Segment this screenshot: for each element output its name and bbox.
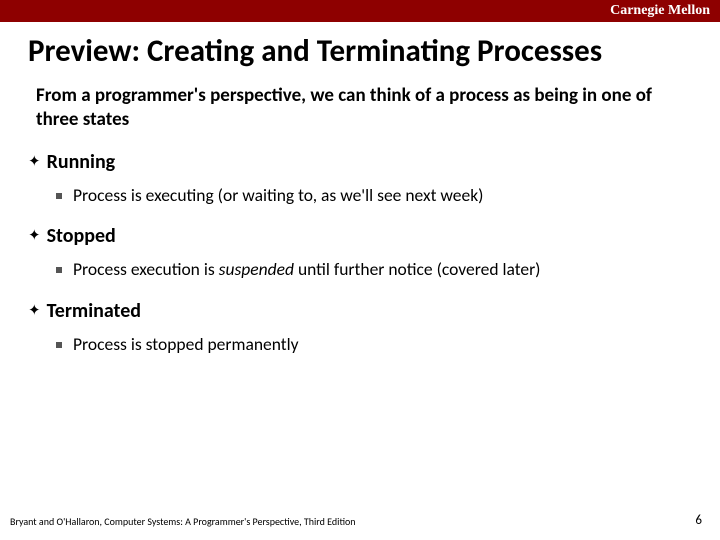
- state-stopped-desc: Process execution is suspended until fur…: [56, 258, 690, 281]
- bullet-icon: ✦: [28, 152, 41, 170]
- state-label: Running: [47, 150, 116, 174]
- desc-em: suspended: [219, 258, 294, 280]
- square-bullet-icon: [56, 193, 62, 199]
- brand-text: Carnegie Mellon: [610, 3, 710, 19]
- state-label: Terminated: [47, 299, 141, 323]
- bullet-icon: ✦: [28, 226, 41, 244]
- footer-citation: Bryant and O'Hallaron, Computer Systems:…: [10, 515, 356, 528]
- square-bullet-icon: [56, 342, 62, 348]
- intro-text: From a programmer's perspective, we can …: [36, 84, 690, 132]
- state-label: Stopped: [47, 224, 116, 248]
- slide: Carnegie Mellon Preview: Creating and Te…: [0, 0, 720, 540]
- slide-title: Preview: Creating and Terminating Proces…: [0, 22, 720, 84]
- desc-text: Process is stopped permanently: [73, 333, 299, 356]
- desc-pre: Process execution is: [73, 258, 219, 280]
- slide-body: From a programmer's perspective, we can …: [0, 84, 720, 356]
- bullet-icon: ✦: [28, 301, 41, 319]
- state-terminated: ✦ Terminated: [28, 299, 690, 323]
- state-stopped: ✦ Stopped: [28, 224, 690, 248]
- page-number: 6: [695, 513, 702, 528]
- desc-post: until further notice (covered later): [294, 258, 541, 280]
- square-bullet-icon: [56, 267, 62, 273]
- state-running-desc: Process is executing (or waiting to, as …: [56, 184, 690, 207]
- desc-text: Process execution is suspended until fur…: [73, 258, 541, 281]
- header-bar: Carnegie Mellon: [0, 0, 720, 22]
- desc-text: Process is executing (or waiting to, as …: [73, 184, 483, 207]
- state-terminated-desc: Process is stopped permanently: [56, 333, 690, 356]
- state-running: ✦ Running: [28, 150, 690, 174]
